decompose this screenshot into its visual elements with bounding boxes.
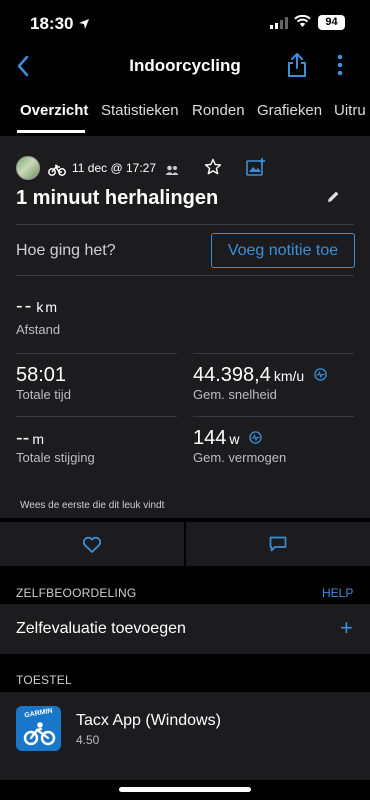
stat-speed-label: Gem. snelheid [193, 387, 277, 402]
divider [16, 275, 354, 276]
device-version: 4.50 [76, 733, 100, 747]
divider [16, 416, 177, 417]
heart-icon [82, 536, 102, 553]
stat-ascent-number: -- [16, 427, 30, 449]
location-arrow-icon [78, 17, 90, 35]
home-indicator[interactable] [119, 787, 251, 792]
add-photo-icon[interactable] [246, 158, 266, 181]
add-self-eval-label: Zelfevaluatie toevoegen [16, 620, 186, 637]
tab-bar: Overzicht Statistieken Ronden Grafieken … [0, 92, 370, 136]
tab-grafieken[interactable]: Grafieken [257, 102, 322, 119]
stat-distance-unit: km [36, 299, 59, 315]
battery-indicator: 94 [318, 15, 345, 30]
stat-power-label: Gem. vermogen [193, 450, 287, 465]
page-title: Indoorcycling [129, 56, 241, 75]
share-icon[interactable] [286, 52, 308, 83]
stat-power-value: 144 w [193, 427, 262, 450]
activity-meta-row: 11 dec @ 17:27 [0, 148, 370, 181]
stat-speed-unit: km/u [273, 368, 305, 384]
pulse-icon[interactable] [314, 364, 327, 387]
avatar[interactable] [16, 156, 40, 180]
stat-ascent-unit: m [32, 431, 44, 447]
tab-overzicht[interactable]: Overzicht [20, 102, 88, 119]
action-bar [0, 522, 370, 566]
cyclist-icon [23, 722, 56, 746]
like-button[interactable] [0, 522, 184, 566]
wifi-icon [294, 14, 311, 33]
stat-distance-label: Afstand [16, 322, 61, 337]
status-bar: 18:30 94 [0, 0, 370, 46]
stat-speed-value: 44.398,4 km/u [193, 364, 327, 387]
nav-bar: Indoorcycling [0, 46, 370, 88]
tab-ronden[interactable]: Ronden [192, 102, 245, 119]
tab-statistieken[interactable]: Statistieken [101, 102, 179, 119]
more-vertical-icon[interactable] [336, 54, 344, 81]
plus-icon[interactable]: + [340, 617, 353, 639]
likes-text: Wees de eerste die dit leuk vindt [20, 500, 165, 511]
self-eval-section-title: ZELFBEOORDELING [16, 586, 137, 600]
stat-distance-number: -- [16, 295, 34, 317]
activity-date: 11 dec @ 17:27 [72, 161, 157, 175]
stat-time-number: 58:01 [16, 364, 67, 386]
comment-button[interactable] [186, 522, 370, 566]
stat-ascent-value: -- m [16, 427, 44, 450]
add-note-button[interactable]: Voeg notitie toe [211, 233, 355, 268]
active-tab-indicator [17, 130, 85, 133]
add-self-eval-row[interactable]: Zelfevaluatie toevoegen + [0, 604, 370, 654]
stat-time-value: 58:01 [16, 364, 66, 387]
stat-time-label: Totale tijd [16, 387, 71, 402]
signal-icon [270, 16, 288, 34]
activity-title: 1 minuut herhalingen [16, 187, 219, 209]
help-link[interactable]: HELP [322, 586, 353, 600]
people-icon[interactable] [165, 162, 179, 180]
stat-distance-value: -- km [16, 295, 59, 318]
device-section-title: TOESTEL [16, 673, 72, 687]
stat-power-unit: w [229, 431, 240, 447]
bike-icon [48, 163, 66, 181]
garmin-brand-label: GARMIN [23, 707, 54, 720]
device-app-logo: GARMIN [16, 706, 61, 751]
pencil-icon[interactable] [326, 190, 340, 209]
feeling-prompt: Hoe ging het? [16, 242, 116, 259]
activity-summary-card: 11 dec @ 17:27 1 minuut herhalingen Hoe … [0, 136, 370, 518]
tab-uitrusting[interactable]: Uitru [334, 102, 366, 119]
stat-ascent-label: Totale stijging [16, 450, 95, 465]
divider [193, 353, 354, 354]
divider [193, 416, 354, 417]
star-icon[interactable] [204, 158, 222, 181]
divider [16, 353, 177, 354]
device-name: Tacx App (Windows) [76, 712, 221, 729]
pulse-icon[interactable] [249, 427, 262, 450]
status-time: 18:30 [30, 14, 74, 33]
divider [16, 224, 354, 225]
comment-icon [269, 536, 287, 552]
stat-power-number: 144 [193, 427, 227, 449]
device-row[interactable]: GARMIN Tacx App (Windows) 4.50 [0, 692, 370, 780]
stat-speed-number: 44.398,4 [193, 364, 271, 386]
